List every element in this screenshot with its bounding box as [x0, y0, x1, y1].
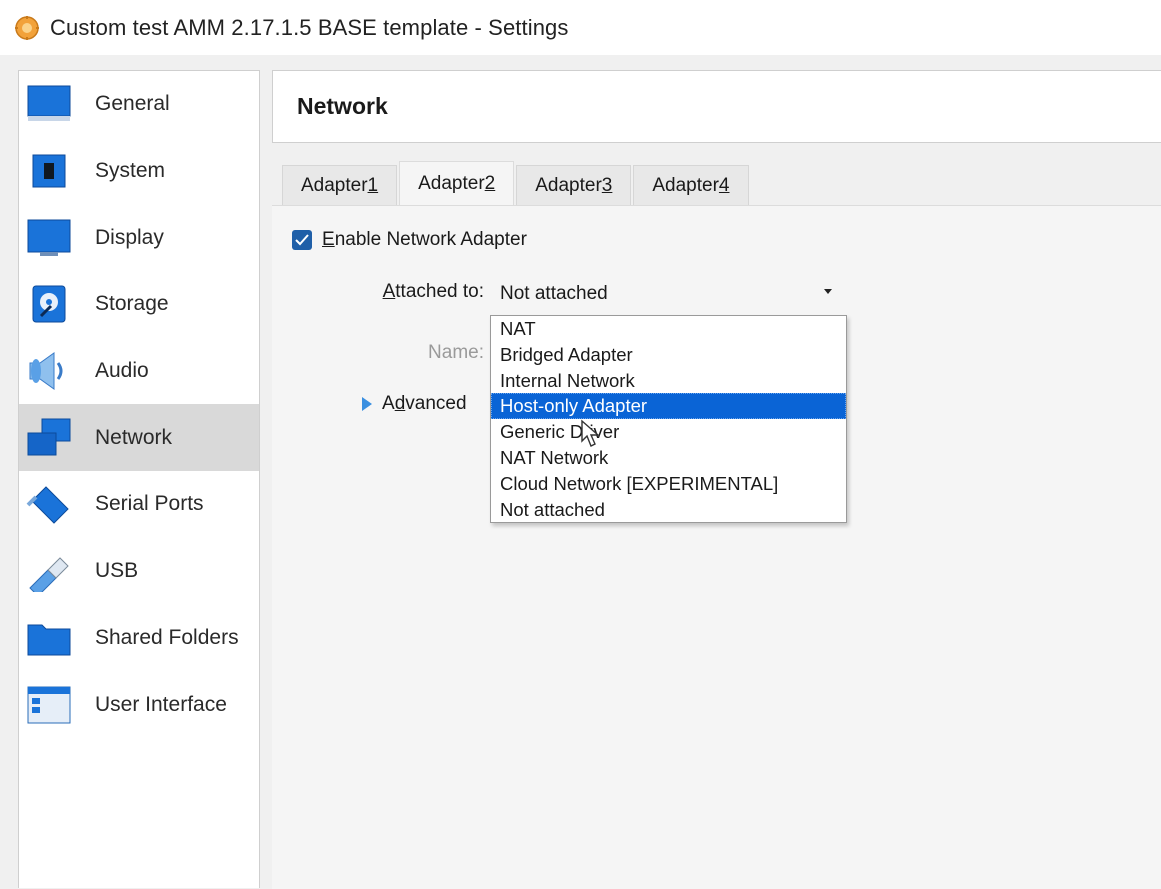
sidebar-item-label: User Interface [95, 692, 227, 716]
mouse-cursor-icon [581, 419, 600, 447]
attached-to-dropdown-list: NAT Bridged Adapter Internal Network Hos… [490, 315, 847, 523]
tab-mnemonic: 2 [484, 172, 496, 194]
speaker-icon [23, 349, 75, 393]
dropdown-option-not-attached[interactable]: Not attached [491, 497, 846, 523]
sidebar-item-label: Network [95, 425, 173, 449]
window-title: Custom test AMM 2.17.1.5 BASE template -… [50, 14, 569, 40]
folder-icon [23, 616, 75, 660]
sidebar-item-serial-ports[interactable]: Serial Ports [19, 471, 259, 538]
sidebar-item-label: Storage [95, 292, 169, 316]
enable-network-adapter-row[interactable]: Enable Network Adapter [292, 229, 527, 251]
sidebar-item-label: Serial Ports [95, 492, 204, 516]
label-text: A [382, 393, 395, 414]
sidebar-item-storage[interactable]: Storage [19, 271, 259, 338]
settings-sidebar: General System Display Storage Audio Net… [18, 70, 260, 888]
dropdown-option-host-only-adapter[interactable]: Host-only Adapter [491, 393, 846, 420]
tab-label: Adapter [418, 172, 485, 194]
label-text: nable Network Adapter [334, 229, 527, 250]
tab-mnemonic: 1 [367, 174, 379, 196]
dropdown-option-generic-driver[interactable]: Generic Driver [491, 419, 846, 445]
disk-icon [23, 282, 75, 326]
tab-mnemonic: 3 [601, 174, 613, 196]
attached-to-select[interactable]: Not attached [500, 281, 830, 307]
enable-adapter-checkbox[interactable] [292, 230, 312, 250]
sidebar-item-shared-folders[interactable]: Shared Folders [19, 605, 259, 672]
chip-icon [23, 149, 75, 193]
attached-to-value: Not attached [500, 283, 608, 304]
display-icon [23, 216, 75, 260]
tab-label: Adapter [301, 174, 368, 196]
label-text: ttached to: [395, 281, 484, 302]
usb-icon [23, 549, 75, 593]
attached-to-label: Attached to: [362, 281, 484, 303]
sidebar-item-label: Display [95, 225, 164, 249]
sidebar-item-label: Shared Folders [95, 625, 239, 649]
network-icon [23, 416, 75, 460]
network-settings-content: Adapter 1 Adapter 2 Adapter 3 Adapter 4 … [272, 155, 1161, 889]
tab-adapter-4[interactable]: Adapter 4 [633, 165, 749, 205]
dropdown-option-cloud-network[interactable]: Cloud Network [EXPERIMENTAL] [491, 471, 846, 497]
expand-triangle-icon [362, 397, 372, 411]
sidebar-item-system[interactable]: System [19, 138, 259, 205]
sidebar-item-general[interactable]: General [19, 71, 259, 138]
enable-adapter-label: Enable Network Adapter [322, 229, 527, 251]
advanced-label: Advanced [382, 393, 467, 415]
name-label: Name: [428, 342, 484, 363]
page-title: Network [297, 93, 388, 119]
tab-label: Adapter [535, 174, 602, 196]
tab-mnemonic: 4 [718, 174, 730, 196]
sidebar-item-label: System [95, 159, 166, 183]
sidebar-item-label: Audio [95, 359, 149, 383]
chevron-down-icon[interactable] [824, 289, 832, 294]
dropdown-option-bridged-adapter[interactable]: Bridged Adapter [491, 342, 846, 368]
label-mnemonic: A [382, 281, 396, 302]
sidebar-item-usb[interactable]: USB [19, 538, 259, 605]
title-bar: Custom test AMM 2.17.1.5 BASE template -… [0, 0, 1161, 55]
tab-adapter-2[interactable]: Adapter 2 [399, 161, 515, 205]
page-header: Network [272, 70, 1161, 143]
tab-label: Adapter [652, 174, 719, 196]
label-mnemonic: E [322, 229, 335, 250]
sidebar-item-label: USB [95, 559, 139, 583]
dropdown-option-nat-network[interactable]: NAT Network [491, 445, 846, 471]
advanced-toggle[interactable]: Advanced [362, 393, 467, 415]
sidebar-item-user-interface[interactable]: User Interface [19, 671, 259, 738]
tab-adapter-3[interactable]: Adapter 3 [516, 165, 632, 205]
serial-port-icon [23, 482, 75, 526]
sidebar-item-audio[interactable]: Audio [19, 338, 259, 405]
sidebar-item-network[interactable]: Network [19, 404, 259, 472]
check-icon [295, 234, 309, 246]
dropdown-option-nat[interactable]: NAT [491, 316, 846, 342]
label-mnemonic: d [394, 393, 406, 414]
sidebar-item-label: General [95, 92, 170, 116]
label-text: vanced [405, 393, 467, 414]
tab-adapter-1[interactable]: Adapter 1 [282, 165, 398, 205]
window-icon [23, 683, 75, 727]
adapter-panel [272, 205, 1161, 889]
sidebar-item-display[interactable]: Display [19, 204, 259, 271]
monitor-icon [23, 82, 75, 126]
adapter-tabs: Adapter 1 Adapter 2 Adapter 3 Adapter 4 [282, 161, 749, 205]
virtualbox-app-icon [14, 15, 40, 41]
dropdown-option-internal-network[interactable]: Internal Network [491, 368, 846, 394]
